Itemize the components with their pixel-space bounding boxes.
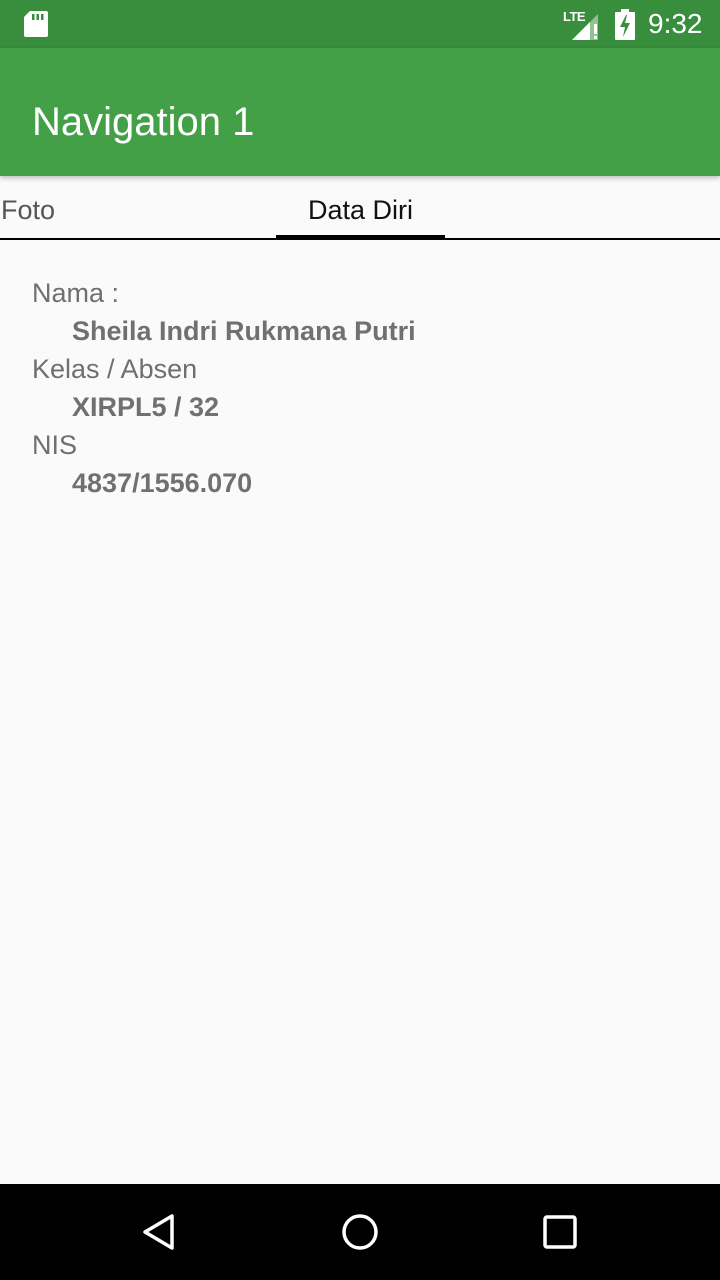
name-value: Sheila Indri Rukmana Putri (72, 316, 416, 346)
status-bar: LTE 9:32 (0, 0, 720, 48)
home-icon[interactable] (340, 1212, 380, 1252)
name-label: Nama : (32, 278, 120, 308)
tab-foto[interactable]: Foto (0, 176, 56, 238)
page-title: Navigation 1 (32, 100, 255, 144)
recents-icon[interactable] (540, 1212, 580, 1252)
sd-card-icon (24, 11, 48, 37)
tab-label: Foto (0, 195, 56, 225)
battery-charging-icon (615, 9, 635, 40)
back-icon[interactable] (140, 1212, 180, 1252)
tab-indicator (276, 235, 445, 240)
clock: 9:32 (648, 8, 703, 39)
navigation-bar (0, 1184, 720, 1280)
tab-bar: Foto Data Diri (0, 176, 720, 240)
tab-label: Data Diri (307, 195, 414, 225)
tab-data-diri[interactable]: Data Diri (276, 176, 445, 240)
class-value: XIRPL5 / 32 (72, 392, 220, 422)
app-bar: Navigation 1 (0, 48, 720, 176)
nis-label: NIS (32, 430, 78, 460)
nis-value: 4837/1556.070 (72, 468, 253, 498)
class-label: Kelas / Absen (32, 354, 198, 384)
signal-icon (572, 14, 598, 40)
